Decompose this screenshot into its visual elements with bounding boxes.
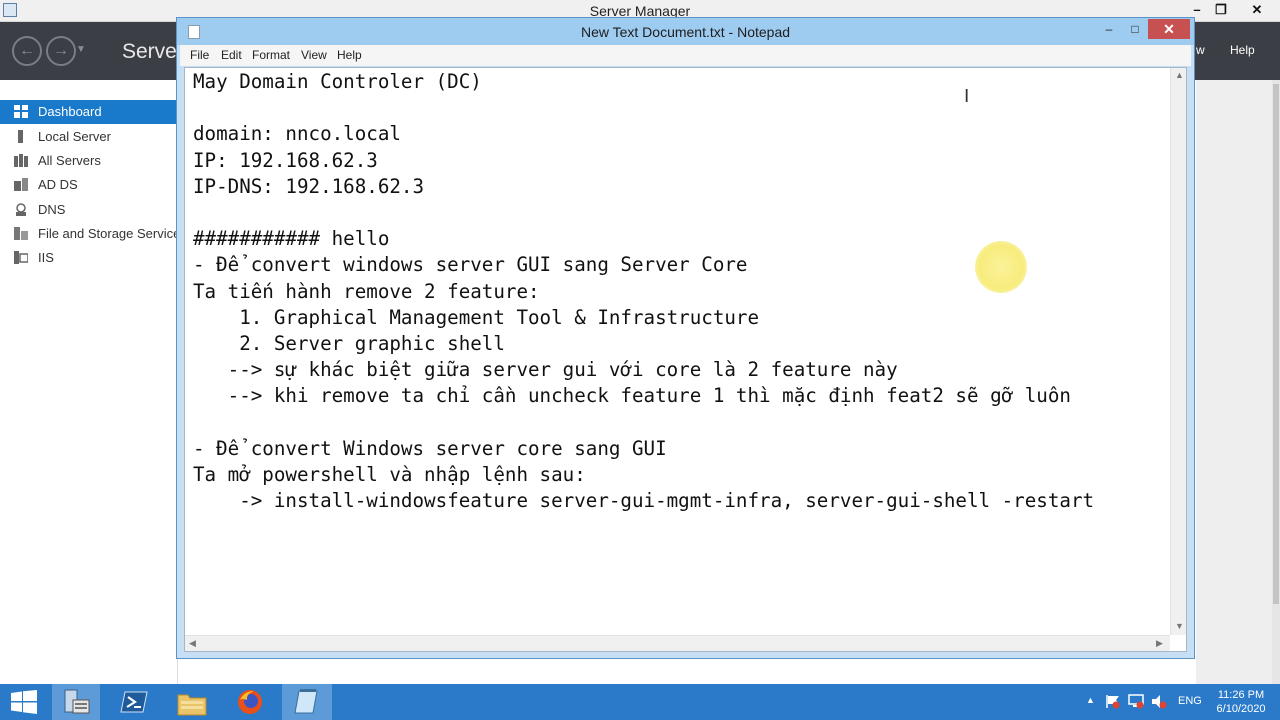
sidebar-item-label: File and Storage Service [38, 226, 181, 241]
sidebar-item-label: All Servers [38, 153, 101, 168]
dashboard-icon [14, 105, 28, 118]
ibeam-cursor-icon: I [964, 86, 970, 107]
dns-icon [16, 203, 26, 216]
vertical-scrollbar[interactable]: ▲ ▼ [1170, 68, 1186, 635]
notepad-minimize-button[interactable]: – [1096, 19, 1122, 39]
menu-file[interactable]: File [190, 48, 209, 62]
volume-icon[interactable] [1151, 694, 1167, 709]
show-hidden-icons-chevron-icon[interactable]: ▲ [1086, 695, 1095, 705]
sidebar-item-local-server[interactable]: Local Server [0, 125, 178, 149]
scroll-right-arrow-icon[interactable]: ▶ [1156, 638, 1163, 649]
notepad-content[interactable]: May Domain Controler (DC) domain: nnco.l… [193, 69, 1094, 514]
language-indicator[interactable]: ENG [1178, 695, 1202, 707]
start-icon [11, 690, 37, 714]
sidebar-item-dashboard[interactable]: Dashboard [0, 100, 178, 124]
notepad-close-button[interactable]: ✕ [1148, 19, 1190, 39]
sidebar-item-label: IIS [38, 250, 54, 265]
taskbar-file-explorer[interactable] [168, 684, 216, 720]
server-manager-content-edge [1196, 80, 1280, 684]
server-manager-icon [64, 689, 90, 714]
horizontal-scrollbar[interactable]: ◀ ▶ [185, 635, 1170, 651]
scroll-left-arrow-icon[interactable]: ◀ [189, 638, 196, 649]
menu-help[interactable]: Help [337, 48, 362, 62]
sidebar-item-file-storage[interactable]: File and Storage Service [0, 222, 181, 246]
menu-edit[interactable]: Edit [221, 48, 242, 62]
sidebar-item-iis[interactable]: IIS [0, 246, 178, 270]
taskbar-server-manager[interactable] [52, 684, 100, 720]
sidebar-item-label: Local Server [38, 129, 111, 144]
notepad-window: New Text Document.txt - Notepad – □ ✕ Fi… [176, 17, 1195, 659]
notepad-maximize-button[interactable]: □ [1122, 19, 1148, 39]
notepad-title: New Text Document.txt - Notepad [580, 24, 791, 40]
sm-menu-view[interactable]: w [1196, 43, 1205, 57]
taskbar-notepad[interactable] [282, 684, 332, 720]
action-center-flag-icon[interactable] [1105, 694, 1121, 709]
iis-icon [14, 251, 28, 264]
all-servers-icon [14, 154, 28, 167]
local-server-icon [18, 130, 23, 143]
ad-ds-icon [14, 178, 28, 191]
file-explorer-icon [177, 694, 207, 716]
back-arrow-icon[interactable]: ← [12, 36, 42, 66]
server-manager-scrollbar-thumb[interactable] [1273, 84, 1279, 604]
sidebar-item-dns[interactable]: DNS [0, 198, 178, 222]
sm-menu-help[interactable]: Help [1230, 43, 1255, 57]
firefox-icon [238, 690, 262, 714]
sm-restore-button[interactable]: ❐ [1206, 0, 1236, 20]
start-button[interactable] [0, 684, 48, 720]
sidebar-item-all-servers[interactable]: All Servers [0, 149, 178, 173]
notepad-icon [294, 689, 318, 714]
taskbar-powershell[interactable] [110, 684, 158, 720]
server-manager-sidebar: Dashboard Local Server All Servers AD DS… [0, 80, 181, 684]
sidebar-item-label: AD DS [38, 177, 78, 192]
sidebar-item-ad-ds[interactable]: AD DS [0, 173, 178, 197]
taskbar-firefox[interactable] [226, 684, 274, 720]
sm-close-button[interactable]: ✕ [1242, 0, 1272, 20]
sidebar-item-label: Dashboard [38, 104, 102, 119]
clock-date: 6/10/2020 [1216, 703, 1266, 715]
server-manager-brand: Serve [122, 40, 177, 63]
network-icon[interactable] [1128, 694, 1144, 709]
scroll-down-arrow-icon[interactable]: ▼ [1175, 621, 1184, 631]
file-storage-icon [14, 227, 28, 240]
notepad-text-area[interactable]: May Domain Controler (DC) domain: nnco.l… [184, 67, 1187, 652]
nav-history-chevron-icon[interactable]: ▼ [76, 44, 86, 55]
menu-format[interactable]: Format [252, 48, 290, 62]
taskbar: ▲ ENG 11:26 PM 6/10/2020 [0, 684, 1280, 720]
forward-arrow-icon[interactable]: → [46, 36, 76, 66]
sidebar-item-label: DNS [38, 202, 66, 217]
mouse-highlight-indicator [975, 241, 1027, 293]
clock[interactable]: 11:26 PM 6/10/2020 [1206, 688, 1276, 716]
notepad-menubar: File Edit Format View Help [180, 45, 1191, 66]
powershell-icon [120, 691, 148, 713]
scroll-up-arrow-icon[interactable]: ▲ [1175, 70, 1184, 80]
notepad-titlebar[interactable]: New Text Document.txt - Notepad – □ ✕ [177, 18, 1194, 45]
clock-time: 11:26 PM [1217, 689, 1265, 701]
menu-view[interactable]: View [301, 48, 327, 62]
